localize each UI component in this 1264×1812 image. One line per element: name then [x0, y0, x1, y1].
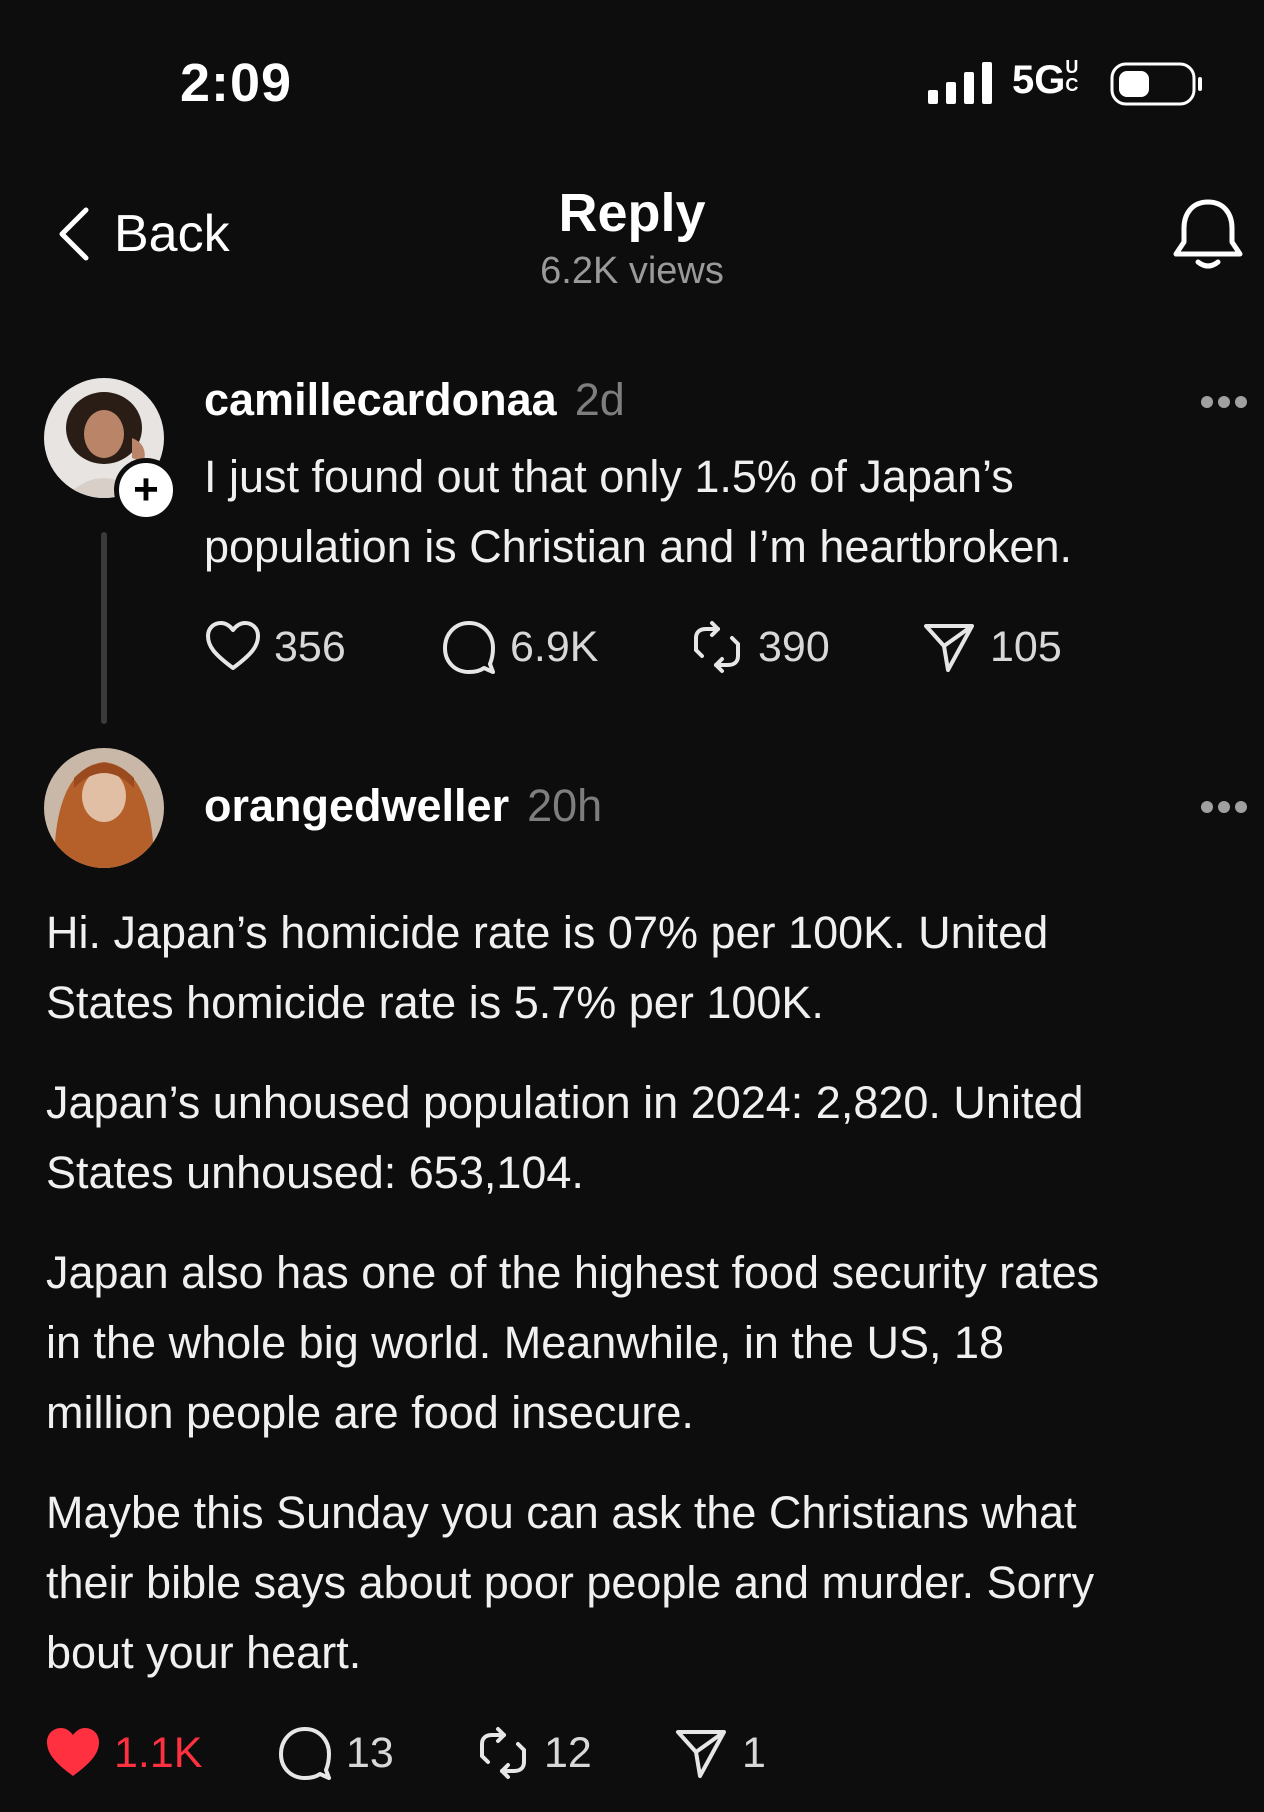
- post-text: I just found out that only 1.5% of Japan…: [204, 442, 1072, 582]
- share-button[interactable]: 1: [672, 1724, 766, 1782]
- reply-paragraph: Japan’s unhoused population in 2024: 2,8…: [46, 1068, 1246, 1208]
- share-button[interactable]: 105: [920, 618, 1062, 676]
- post-text-line: I just found out that only 1.5% of Japan…: [204, 451, 1014, 502]
- comment-icon: [443, 621, 495, 674]
- follow-plus-button[interactable]: +: [114, 458, 178, 522]
- network-sup: UC: [1065, 57, 1079, 95]
- like-button[interactable]: 356: [204, 618, 440, 676]
- reply-line: in the whole big world. Meanwhile, in th…: [46, 1317, 1005, 1368]
- reply-button[interactable]: 13: [276, 1724, 474, 1782]
- reply-text: Hi. Japan’s homicide rate is 07% per 100…: [46, 898, 1246, 1688]
- like-count: 356: [274, 622, 346, 671]
- post-text-line: population is Christian and I’m heartbro…: [204, 521, 1072, 572]
- reply-line: million people are food insecure.: [46, 1387, 694, 1438]
- reply-count: 13: [346, 1728, 394, 1777]
- send-icon: [924, 624, 974, 672]
- like-count: 1.1K: [114, 1728, 203, 1777]
- status-time: 2:09: [180, 53, 293, 113]
- heart-filled-icon: [47, 1728, 99, 1776]
- reply-line: bout your heart.: [46, 1627, 362, 1678]
- reply-line: Japan also has one of the highest food s…: [46, 1247, 1100, 1298]
- reply-paragraph: Japan also has one of the highest food s…: [46, 1238, 1246, 1448]
- heart-icon: [206, 621, 260, 670]
- reply-button[interactable]: 6.9K: [440, 618, 688, 676]
- repost-button[interactable]: 390: [688, 618, 920, 676]
- header-title-block: Reply 6.2K views: [0, 182, 1264, 293]
- reply-line: their bible says about poor people and m…: [46, 1557, 1095, 1608]
- reply-line: States unhoused: 653,104.: [46, 1147, 584, 1198]
- repost-icon: [480, 1727, 526, 1779]
- post-username[interactable]: camillecardonaa: [204, 374, 557, 425]
- like-button[interactable]: 1.1K: [44, 1724, 276, 1782]
- reply-line: States homicide rate is 5.7% per 100K.: [46, 977, 824, 1028]
- bell-icon[interactable]: [1172, 196, 1244, 274]
- repost-count: 12: [544, 1728, 592, 1777]
- comment-icon: [279, 1727, 331, 1780]
- avatar-orangedweller[interactable]: [44, 748, 164, 868]
- reply-line: Hi. Japan’s homicide rate is 07% per 100…: [46, 907, 1049, 958]
- reply-paragraph: Hi. Japan’s homicide rate is 07% per 100…: [46, 898, 1246, 1038]
- signal-icon: [928, 62, 992, 104]
- more-options-icon[interactable]: [1200, 395, 1248, 409]
- repost-button[interactable]: 12: [474, 1724, 672, 1782]
- reply-header: orangedweller 20h: [204, 780, 602, 832]
- post-actions: 356 6.9K 390 105: [204, 618, 1062, 676]
- more-options-icon[interactable]: [1200, 800, 1248, 814]
- reply-line: Japan’s unhoused population in 2024: 2,8…: [46, 1077, 1084, 1128]
- send-icon: [676, 1730, 726, 1778]
- thread-line: [101, 532, 107, 724]
- repost-icon: [694, 621, 740, 673]
- avatar-image: [44, 748, 164, 868]
- reply-paragraph: Maybe this Sunday you can ask the Christ…: [46, 1478, 1246, 1688]
- reply-actions: 1.1K 13 12 1: [44, 1724, 766, 1782]
- share-count: 1: [742, 1728, 766, 1777]
- repost-count: 390: [758, 622, 830, 671]
- post-time: 2d: [574, 374, 625, 425]
- view-count: 6.2K views: [540, 250, 724, 292]
- share-count: 105: [990, 622, 1062, 671]
- page-title: Reply: [558, 183, 706, 243]
- network-label: 5GUC: [1012, 58, 1079, 103]
- battery-icon: [1110, 62, 1202, 106]
- network-text: 5G: [1012, 58, 1066, 102]
- reply-line: Maybe this Sunday you can ask the Christ…: [46, 1487, 1077, 1538]
- post-header: camillecardonaa 2d: [204, 374, 625, 426]
- reply-count: 6.9K: [510, 622, 599, 671]
- reply-username[interactable]: orangedweller: [204, 780, 509, 831]
- reply-time: 20h: [527, 780, 603, 831]
